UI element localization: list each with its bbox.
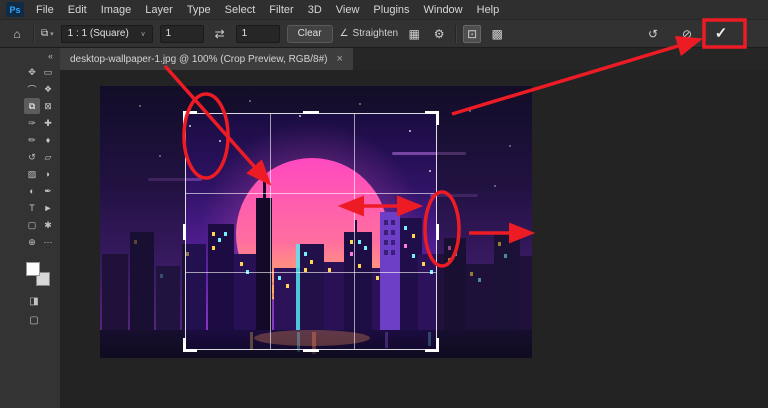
healing-brush-tool[interactable]: ✚ (40, 115, 56, 131)
type-tool[interactable]: T (24, 200, 40, 216)
menu-layer[interactable]: Layer (138, 4, 180, 16)
crop-width-input[interactable] (160, 25, 204, 43)
hand-tool[interactable]: ✱ (40, 217, 56, 233)
straighten-label: Straighten (353, 28, 399, 39)
foreground-color-swatch[interactable] (26, 262, 40, 276)
marquee-tool[interactable]: ▭ (40, 64, 56, 80)
main-area: « ✥ ▭ ⌒ ❖ ⧉ ⊠ ✑ ✚ ✏ ♦ ↺ ▱ ▨ ◗ ◐ ✒ T ► ▢ … (0, 48, 768, 408)
document-area: desktop-wallpaper-1.jpg @ 100% (Crop Pre… (60, 48, 768, 408)
crop-tool[interactable]: ⧉ (24, 98, 40, 114)
aspect-ratio-value: 1 : 1 (Square) (68, 28, 129, 39)
photoshop-logo[interactable]: Ps (6, 2, 24, 17)
move-tool[interactable]: ✥ (24, 64, 40, 80)
brush-tool[interactable]: ✏ (24, 132, 40, 148)
crop-grid-line (186, 272, 436, 273)
crop-handle-top[interactable] (303, 111, 319, 114)
dodge-tool[interactable]: ◐ (24, 183, 40, 199)
commit-group: ↺ ⊘ ✓ (644, 25, 730, 43)
menu-window[interactable]: Window (417, 4, 470, 16)
gradient-tool[interactable]: ▨ (24, 166, 40, 182)
tool-panel: « ✥ ▭ ⌒ ❖ ⧉ ⊠ ✑ ✚ ✏ ♦ ↺ ▱ ▨ ◗ ◐ ✒ T ► ▢ … (0, 48, 60, 408)
edit-toolbar-icon[interactable]: ⋯ (40, 234, 56, 250)
gear-icon[interactable]: ⚙ (430, 25, 448, 43)
menu-bar: Ps File Edit Image Layer Type Select Fil… (0, 0, 768, 20)
menu-help[interactable]: Help (470, 4, 507, 16)
cancel-crop-icon[interactable]: ⊘ (678, 25, 696, 43)
crop-options-bar: ⌂ ⧉ ▾ 1 : 1 (Square) ∨ ⇄ Clear ∠ Straigh… (0, 20, 768, 48)
crop-handle-top-left[interactable] (183, 111, 197, 125)
document-tab[interactable]: desktop-wallpaper-1.jpg @ 100% (Crop Pre… (60, 48, 353, 70)
close-icon[interactable]: × (337, 53, 343, 65)
menu-3d[interactable]: 3D (301, 4, 329, 16)
pen-tool[interactable]: ✒ (40, 183, 56, 199)
canvas[interactable] (60, 70, 768, 408)
menu-view[interactable]: View (329, 4, 367, 16)
quick-selection-tool[interactable]: ❖ (40, 81, 56, 97)
menu-type[interactable]: Type (180, 4, 218, 16)
crop-grid-line (354, 114, 355, 349)
crop-region[interactable] (185, 113, 437, 350)
crop-grid-line (270, 114, 271, 349)
straighten-icon: ∠ (340, 28, 349, 39)
tool-preset-picker[interactable]: ⧉ ▾ (41, 28, 54, 39)
crop-grid-line (186, 193, 436, 194)
tool-grid: ✥ ▭ ⌒ ❖ ⧉ ⊠ ✑ ✚ ✏ ♦ ↺ ▱ ▨ ◗ ◐ ✒ T ► ▢ ✱ … (24, 64, 56, 250)
content-aware-icon[interactable]: ▩ (488, 25, 506, 43)
home-icon[interactable]: ⌂ (8, 25, 26, 43)
screen-mode-icon[interactable]: ▢ (29, 315, 38, 326)
commit-crop-icon[interactable]: ✓ (712, 25, 730, 43)
swap-dimensions-icon[interactable]: ⇄ (211, 25, 229, 43)
menu-filter[interactable]: Filter (262, 4, 300, 16)
menu-file[interactable]: File (29, 4, 61, 16)
toolbar-bottom: ◨ ▢ (26, 296, 42, 326)
rectangle-tool[interactable]: ▢ (24, 217, 40, 233)
reset-icon[interactable]: ↺ (644, 25, 662, 43)
menu-image[interactable]: Image (94, 4, 139, 16)
blur-tool[interactable]: ◗ (40, 166, 56, 182)
clone-stamp-tool[interactable]: ♦ (40, 132, 56, 148)
crop-handle-left[interactable] (183, 224, 186, 240)
menu-select[interactable]: Select (218, 4, 263, 16)
frame-tool[interactable]: ⊠ (40, 98, 56, 114)
crop-tool-icon: ⧉ (41, 28, 48, 39)
collapse-panel-icon[interactable]: « (48, 51, 53, 61)
menu-plugins[interactable]: Plugins (366, 4, 416, 16)
clear-button[interactable]: Clear (287, 25, 333, 43)
crop-handle-top-right[interactable] (425, 111, 439, 125)
color-swatches[interactable] (26, 262, 50, 286)
delete-cropped-pixels-icon[interactable]: ⊡ (463, 25, 481, 43)
chevron-down-icon: ▾ (50, 30, 54, 38)
eyedropper-tool[interactable]: ✑ (24, 115, 40, 131)
history-brush-tool[interactable]: ↺ (24, 149, 40, 165)
separator (455, 25, 456, 43)
photoshop-window: { "menu_bar": { "logo": "Ps", "items": [… (0, 0, 768, 408)
separator (33, 25, 34, 43)
crop-height-input[interactable] (236, 25, 280, 43)
straighten-button[interactable]: ∠ Straighten (340, 28, 399, 39)
eraser-tool[interactable]: ▱ (40, 149, 56, 165)
menu-edit[interactable]: Edit (61, 4, 94, 16)
quick-mask-icon[interactable]: ◨ (29, 296, 38, 307)
overlay-options-icon[interactable]: ▦ (405, 25, 423, 43)
tab-bar: desktop-wallpaper-1.jpg @ 100% (Crop Pre… (60, 48, 768, 70)
crop-handle-right[interactable] (436, 224, 439, 240)
aspect-ratio-select[interactable]: 1 : 1 (Square) ∨ (61, 25, 153, 43)
zoom-tool[interactable]: ⊕ (24, 234, 40, 250)
document-tab-title: desktop-wallpaper-1.jpg @ 100% (Crop Pre… (70, 54, 328, 65)
lasso-tool[interactable]: ⌒ (24, 81, 40, 97)
chevron-down-icon: ∨ (141, 30, 146, 38)
crop-handle-bottom-right[interactable] (425, 338, 439, 352)
crop-handle-bottom-left[interactable] (183, 338, 197, 352)
path-selection-tool[interactable]: ► (40, 200, 56, 216)
crop-handle-bottom[interactable] (303, 349, 319, 352)
